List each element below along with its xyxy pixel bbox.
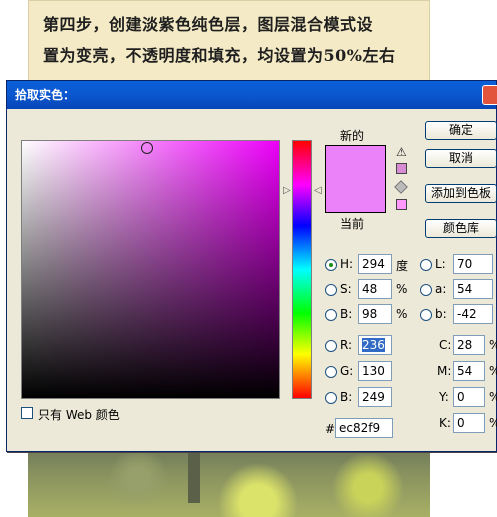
red-radio[interactable] <box>325 340 337 352</box>
saturation-input[interactable]: 48 <box>358 279 392 299</box>
hue-slider-left-arrow-icon[interactable]: ▷ <box>283 185 291 196</box>
hue-input[interactable]: 294 <box>358 254 392 274</box>
new-color-label: 新的 <box>340 129 365 143</box>
gamut-warning-icon[interactable]: ⚠ <box>396 145 407 159</box>
brightness-input[interactable]: 98 <box>358 304 392 324</box>
gamut-warning-swatch[interactable] <box>396 163 407 174</box>
lab-b-radio[interactable] <box>420 309 432 321</box>
photo-stem <box>188 448 200 503</box>
green-input[interactable]: 130 <box>358 361 392 381</box>
web-safe-swatch[interactable] <box>396 199 407 210</box>
brightness-label: B: <box>340 307 353 321</box>
web-colors-only-checkbox[interactable] <box>21 407 33 419</box>
red-label: R: <box>340 338 353 352</box>
lightness-input[interactable]: 70 <box>453 254 493 274</box>
background-photo <box>28 448 430 517</box>
green-radio[interactable] <box>325 366 337 378</box>
lightness-label: L: <box>435 257 446 271</box>
color-field[interactable] <box>21 140 280 399</box>
tutorial-line-2: 置为变亮，不透明度和填充，均设置为50%左右 <box>43 46 396 65</box>
color-libraries-button[interactable]: 颜色库 <box>425 219 497 238</box>
yellow-input[interactable]: 0 <box>453 387 485 407</box>
black-input[interactable]: 0 <box>453 413 485 433</box>
saturation-label: S: <box>340 282 352 296</box>
magenta-unit: % <box>489 364 497 378</box>
lab-a-radio[interactable] <box>420 284 432 296</box>
black-unit: % <box>489 416 497 430</box>
magenta-label: M: <box>437 364 452 378</box>
red-input-value: 236 <box>362 338 385 352</box>
lab-b-input[interactable]: -42 <box>453 304 493 324</box>
brightness-unit: % <box>396 307 408 321</box>
yellow-label: Y: <box>439 390 449 404</box>
lab-a-input[interactable]: 54 <box>453 279 493 299</box>
cancel-button[interactable]: 取消 <box>425 149 497 168</box>
color-picker-dialog: 拾取实色： ▷ ◁ 新的 当前 ⚠ 确定 取消 添加到色板 颜色库 H: 294… <box>6 80 497 452</box>
hue-slider-right-arrow-icon[interactable]: ◁ <box>314 185 322 196</box>
add-to-swatches-button[interactable]: 添加到色板 <box>425 184 497 203</box>
new-color-swatch <box>325 145 386 213</box>
blue-label: B: <box>340 390 353 404</box>
green-label: G: <box>340 364 354 378</box>
magenta-input[interactable]: 54 <box>453 361 485 381</box>
dialog-titlebar[interactable]: 拾取实色： <box>7 81 496 109</box>
saturation-unit: % <box>396 282 408 296</box>
lab-b-label: b: <box>435 307 447 321</box>
red-input[interactable]: 236 <box>358 335 392 355</box>
hex-label: # <box>325 422 336 436</box>
web-colors-only-label: 只有 Web 颜色 <box>38 408 120 422</box>
color-field-marker[interactable] <box>141 142 153 154</box>
saturation-radio[interactable] <box>325 284 337 296</box>
yellow-unit: % <box>489 390 497 404</box>
ok-button[interactable]: 确定 <box>425 121 497 140</box>
web-safe-cube-icon[interactable] <box>394 180 408 194</box>
blue-input[interactable]: 249 <box>358 387 392 407</box>
cyan-label: C: <box>439 338 452 352</box>
hex-input[interactable]: ec82f9 <box>335 418 393 438</box>
hue-unit: 度 <box>396 259 409 273</box>
current-color-label: 当前 <box>340 217 365 231</box>
hue-radio[interactable] <box>325 259 337 271</box>
lightness-radio[interactable] <box>420 259 432 271</box>
tutorial-text: 第四步，创建淡紫色纯色层，图层混合模式设 置为变亮，不透明度和填充，均设置为50… <box>43 9 423 71</box>
tutorial-line-1: 第四步，创建淡紫色纯色层，图层混合模式设 <box>43 15 374 34</box>
cyan-input[interactable]: 28 <box>453 335 485 355</box>
close-button[interactable] <box>482 85 497 105</box>
lab-a-label: a: <box>435 282 447 296</box>
brightness-radio[interactable] <box>325 309 337 321</box>
black-label: K: <box>439 416 451 430</box>
cyan-unit: % <box>489 338 497 352</box>
hue-label: H: <box>340 257 354 271</box>
blue-radio[interactable] <box>325 392 337 404</box>
hue-slider[interactable] <box>292 140 312 399</box>
